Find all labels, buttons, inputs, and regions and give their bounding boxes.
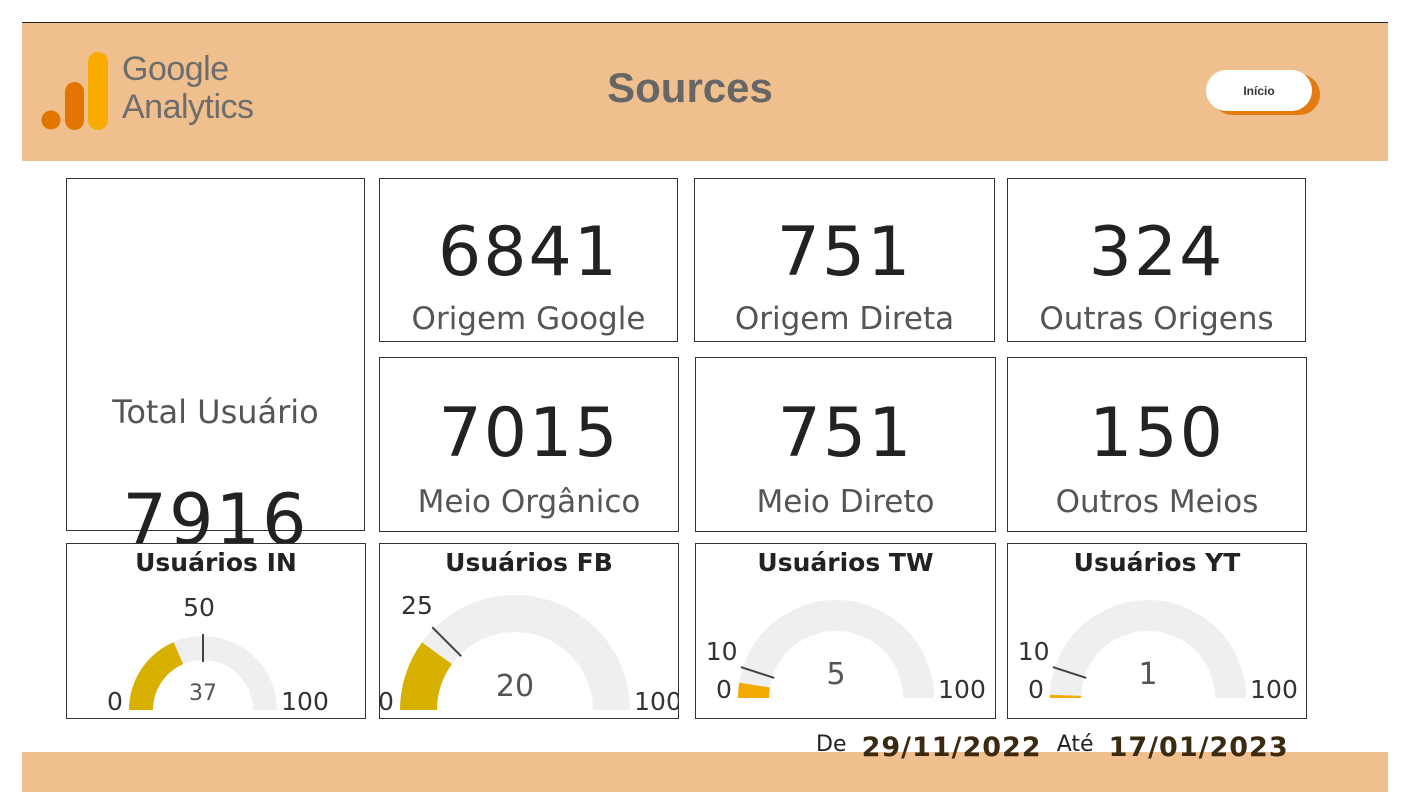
gauge-max-label: 100: [1250, 675, 1298, 704]
outras-origens-card: 324 Outras Origens: [1007, 178, 1306, 342]
google-analytics-logo-text: Google Analytics: [122, 50, 254, 126]
outros-meios-card: 150 Outros Meios: [1007, 357, 1307, 532]
gauge-max-label: 100: [281, 687, 329, 716]
gauge-min-label: 0: [107, 687, 123, 716]
origem-google-card: 6841 Origem Google: [379, 178, 678, 342]
gauge-max-label: 100: [634, 687, 678, 716]
gauge-min-label: 0: [1028, 675, 1044, 704]
date-to-value: 17/01/2023: [1108, 732, 1289, 763]
origem-direta-label: Origem Direta: [734, 301, 955, 337]
gauge-title-fb: Usuários FB: [445, 548, 613, 577]
outras-origens-value: 324: [1088, 213, 1225, 292]
gauge-value-label: 1: [1138, 657, 1157, 692]
logo-line-analytics: Analytics: [122, 88, 254, 126]
date-from-value: 29/11/2022: [861, 732, 1042, 763]
gauge-title-yt: Usuários YT: [1073, 548, 1241, 577]
total-users-label: Total Usuário: [112, 393, 319, 431]
gauge-min-label: 0: [716, 675, 732, 704]
logo-line-google: Google: [122, 50, 229, 88]
gauge-target-label: 10: [1018, 637, 1050, 666]
gauge-card-in: 0 100 50 37 Usuários IN: [66, 543, 366, 719]
outros-meios-value: 150: [1089, 394, 1225, 473]
gauge-card-yt: 0 100 10 1 Usuários YT: [1007, 543, 1307, 719]
gauge-min-label: 0: [380, 687, 394, 716]
google-analytics-logo-icon: [41, 52, 108, 130]
gauge-value-label: 37: [189, 681, 217, 706]
gauge-card-fb: 0 100 25 20 Usuários FB: [379, 543, 679, 719]
date-from-word: De: [816, 732, 847, 757]
meio-direto-label: Meio Direto: [756, 484, 935, 520]
meio-direto-card: 751 Meio Direto: [695, 357, 996, 532]
origem-direta-value: 751: [776, 213, 913, 292]
total-users-card: 7916 Total Usuário: [66, 178, 365, 561]
origem-google-label: Origem Google: [411, 301, 646, 337]
gauge-target-label: 25: [401, 591, 433, 620]
meio-organico-value: 7015: [438, 394, 620, 473]
date-range: De 29/11/2022 Até 17/01/2023: [816, 732, 1299, 772]
gauge-value-label: 5: [826, 657, 845, 692]
gauge-target-label: 50: [183, 593, 215, 622]
gauge-card-tw: 0 100 10 5 Usuários TW: [695, 543, 996, 719]
meio-organico-label: Meio Orgânico: [417, 484, 641, 520]
gauge-max-label: 100: [938, 675, 986, 704]
origem-direta-card: 751 Origem Direta: [694, 178, 995, 342]
gauge-title-tw: Usuários TW: [757, 548, 934, 577]
gauge-target-label: 10: [706, 637, 738, 666]
outras-origens-label: Outras Origens: [1039, 301, 1274, 337]
gauge-title-in: Usuários IN: [135, 548, 297, 577]
home-button[interactable]: Início: [1206, 70, 1312, 111]
origem-google-value: 6841: [437, 213, 620, 292]
meio-direto-value: 751: [777, 394, 914, 473]
gauge-value-label: 20: [496, 669, 534, 704]
date-to-word: Até: [1056, 732, 1094, 757]
page-title: Sources: [607, 64, 773, 111]
outros-meios-label: Outros Meios: [1055, 484, 1259, 520]
gauge-value-arc: [129, 642, 184, 710]
meio-organico-card: 7015 Meio Orgânico: [379, 357, 679, 532]
